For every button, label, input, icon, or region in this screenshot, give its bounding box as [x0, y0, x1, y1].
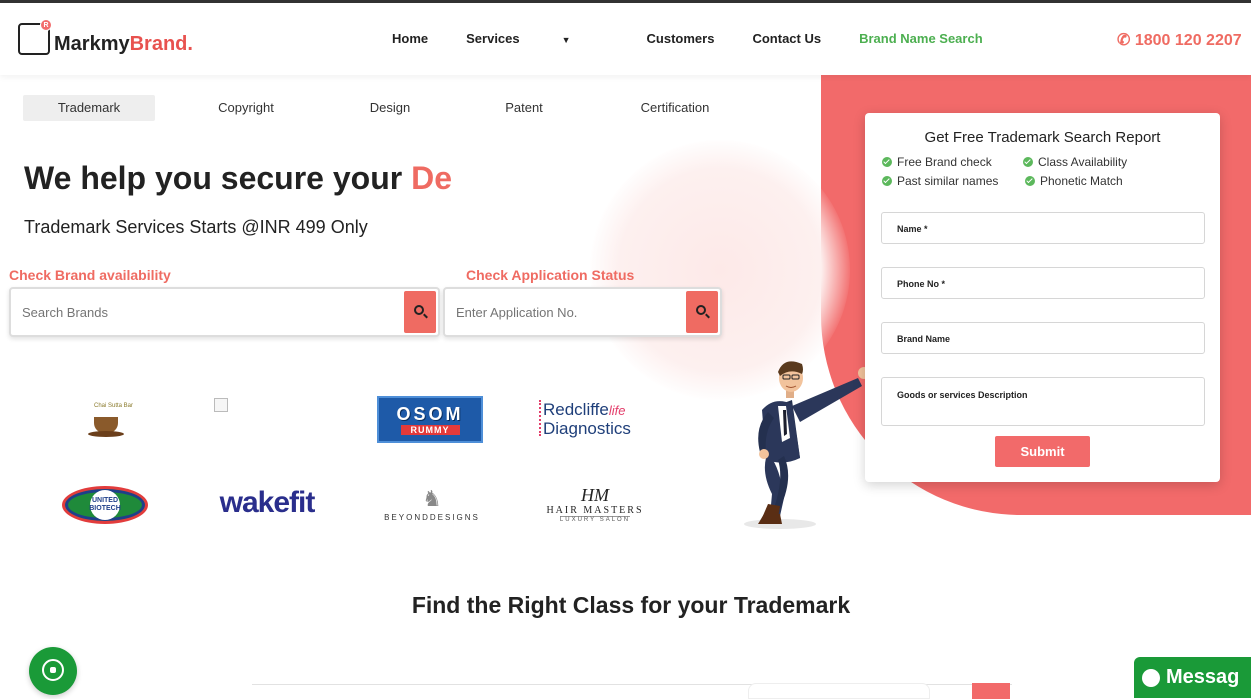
chat-message-label: Messag	[1166, 666, 1240, 688]
brand-search-label: Check Brand availability	[9, 267, 171, 283]
feature-label: Free Brand check	[897, 155, 992, 169]
tab-copyright[interactable]: Copyright	[155, 95, 337, 121]
app-status-box	[443, 287, 722, 337]
form-title: Get Free Trademark Search Report	[924, 129, 1161, 146]
dna-icon	[539, 400, 547, 436]
feature-item: Class Availability	[1023, 155, 1127, 169]
feature-item: Past similar names	[882, 174, 998, 188]
redcliffe-name: Redcliffe	[543, 399, 609, 419]
united-biotech-text: UNITED BIOTECH	[89, 490, 121, 520]
hair-subtitle: LUXURY SALON	[559, 516, 631, 523]
class-search-select[interactable]	[748, 683, 930, 699]
search-icon	[696, 305, 706, 315]
hair-monogram: HM	[581, 485, 609, 505]
phone-field[interactable]: Phone No *	[881, 267, 1205, 299]
check-circle-icon	[1023, 157, 1033, 167]
main-nav: Home Services ▼ Customers Contact Us Bran…	[392, 31, 1021, 46]
app-status-label: Check Application Status	[466, 267, 635, 283]
class-search-button[interactable]	[972, 683, 1010, 699]
feature-label: Class Availability	[1038, 155, 1128, 169]
tab-patent[interactable]: Patent	[443, 95, 605, 121]
goods-description-field[interactable]: Goods or services Description	[881, 377, 1205, 426]
logo-osom-rummy: OSOM RUMMY	[377, 396, 483, 443]
nav-services-label: Services	[466, 31, 520, 46]
submit-button[interactable]: Submit	[995, 436, 1090, 467]
beyond-text: BEYONDDESIGNS	[384, 512, 480, 522]
hero-headline-text: We help you secure your	[24, 160, 412, 196]
logo-wakefit: wakefit	[219, 486, 316, 519]
brand-search-box	[9, 287, 440, 337]
logo-chai-sutta-bar: Chai Sutta Bar	[84, 398, 133, 442]
whatsapp-button[interactable]	[29, 647, 77, 695]
horse-icon: ♞	[422, 485, 442, 511]
chat-bubble-icon	[1142, 668, 1160, 687]
logo-united-biotech: UNITED BIOTECH	[62, 486, 148, 524]
osom-title: OSOM	[396, 404, 464, 424]
brand-logo[interactable]: R MarkmyBrand.	[18, 19, 193, 55]
hero-headline-typed: De	[411, 160, 452, 196]
logo-text: MarkmyBrand.	[54, 33, 193, 55]
nav-home[interactable]: Home	[392, 31, 428, 46]
check-circle-icon	[1025, 176, 1035, 186]
logo-text-accent: Brand.	[129, 33, 193, 55]
tab-design[interactable]: Design	[337, 95, 443, 121]
free-report-form: Get Free Trademark Search Report Free Br…	[865, 113, 1220, 482]
feature-item: Phonetic Match	[1025, 174, 1123, 188]
nav-contact[interactable]: Contact Us	[752, 31, 821, 46]
nav-brand-name-search[interactable]: Brand Name Search	[859, 31, 983, 46]
redcliffe-life: life	[608, 402, 626, 418]
chat-message-button[interactable]: Messag	[1134, 657, 1251, 698]
check-circle-icon	[882, 176, 892, 186]
logo-redcliffe: Redcliffelife Diagnostics	[539, 398, 643, 440]
hero-headline: We help you secure your De	[24, 160, 452, 197]
search-icon	[414, 305, 424, 315]
chevron-down-icon: ▼	[561, 35, 571, 45]
nav-customers[interactable]: Customers	[647, 31, 715, 46]
whatsapp-icon	[42, 659, 64, 681]
redcliffe-diagnostics: Diagnostics	[543, 418, 631, 438]
tab-trademark[interactable]: Trademark	[23, 95, 155, 121]
hair-title: HAIR MASTERS	[546, 505, 644, 516]
brand-search-button[interactable]	[404, 291, 436, 333]
chai-tag: Chai Sutta Bar	[94, 403, 134, 409]
class-search-bar	[252, 683, 1012, 699]
app-status-button[interactable]	[686, 291, 718, 333]
broken-image-icon	[214, 398, 228, 412]
feature-label: Past similar names	[897, 174, 999, 188]
nav-services[interactable]: Services ▼	[466, 31, 608, 46]
service-tabs: Trademark Copyright Design Patent Certif…	[23, 95, 745, 121]
check-circle-icon	[882, 157, 892, 167]
section-title: Find the Right Class for your Trademark	[411, 592, 851, 618]
name-field[interactable]: Name *	[881, 212, 1205, 244]
osom-subtitle: RUMMY	[400, 425, 460, 435]
phone-link[interactable]: ✆ 1800 120 2207	[1117, 30, 1242, 50]
cup-icon: Chai Sutta Bar	[88, 403, 133, 437]
logo-hair-masters: HM HAIR MASTERS LUXURY SALON	[541, 480, 649, 528]
tab-certification[interactable]: Certification	[605, 95, 745, 121]
logo-badge: R	[40, 19, 52, 31]
site-header: R MarkmyBrand. Home Services ▼ Customers …	[0, 3, 1251, 75]
logo-beyond-designs: ♞ BEYONDDESIGNS	[380, 478, 484, 528]
logo-mark: R	[18, 19, 52, 55]
feature-label: Phonetic Match	[1040, 174, 1123, 188]
app-status-input[interactable]	[445, 289, 686, 335]
phone-icon: ✆	[1117, 32, 1135, 49]
brand-search-input[interactable]	[11, 289, 404, 335]
hero-subline: Trademark Services Starts @INR 499 Only	[24, 217, 368, 237]
phone-number: 1800 120 2207	[1134, 32, 1242, 49]
feature-item: Free Brand check	[882, 155, 992, 169]
brand-name-field[interactable]: Brand Name	[881, 322, 1205, 354]
logo-text-main: Markmy	[54, 33, 130, 55]
businessman-illustration	[744, 361, 870, 529]
